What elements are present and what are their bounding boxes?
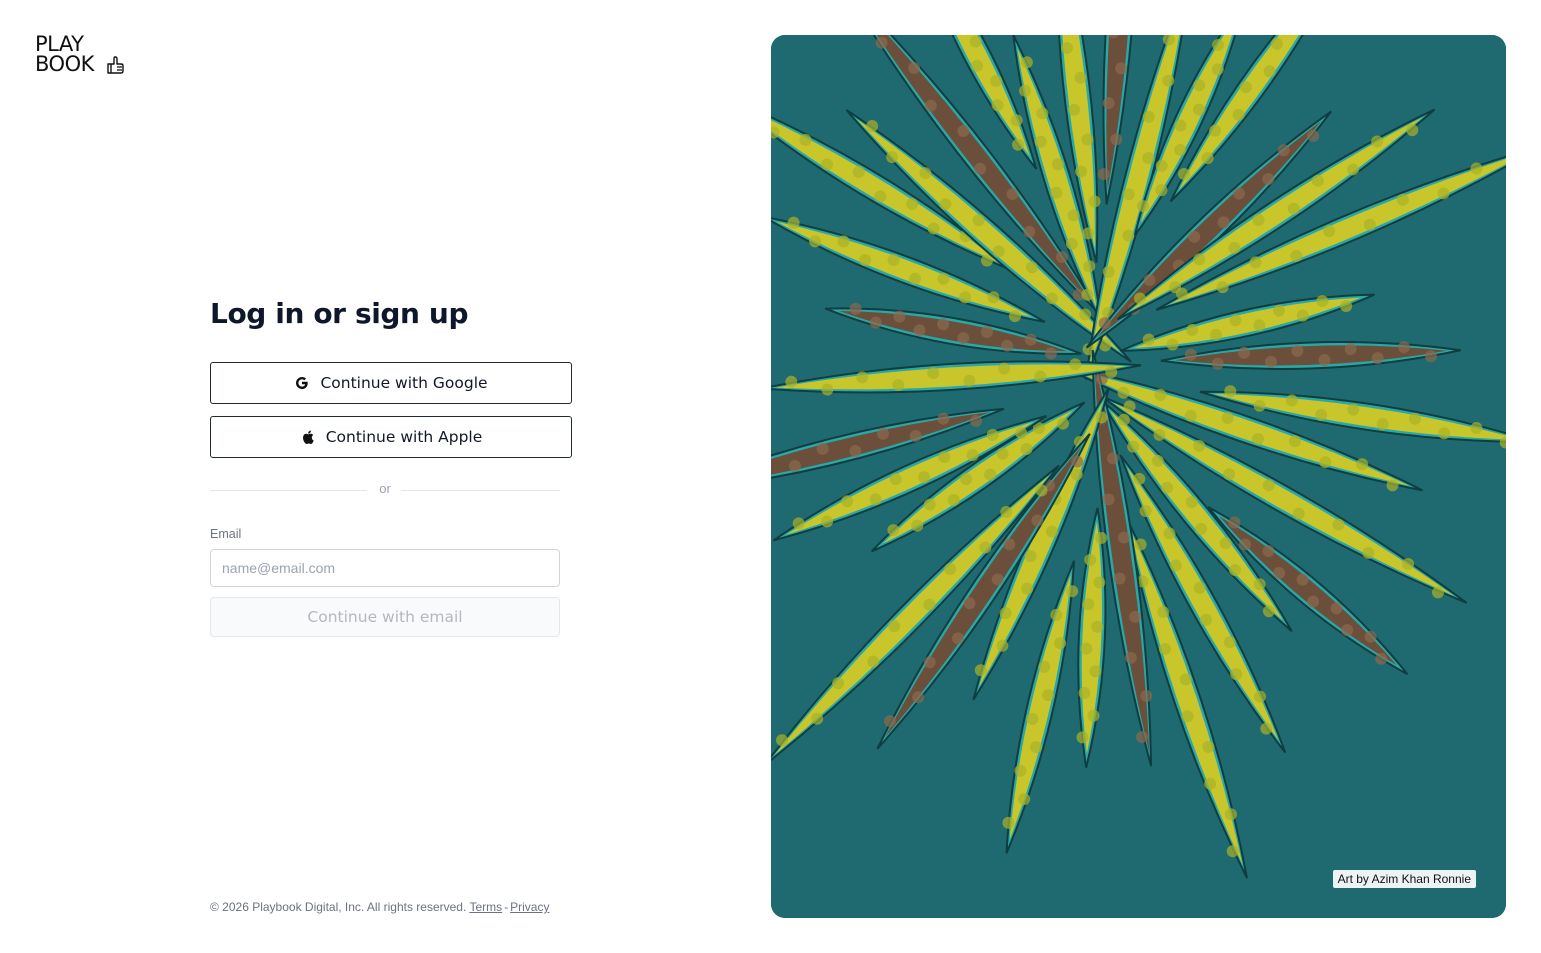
google-g-icon (296, 377, 309, 389)
copyright-text: © 2026 Playbook Digital, Inc. All rights… (210, 900, 467, 914)
page-title: Log in or sign up (210, 297, 469, 330)
artwork-image: Art by Azim Khan Ronnie (771, 35, 1506, 918)
divider-line-right (401, 490, 560, 491)
playbook-logo[interactable]: PLAY BOOK (35, 34, 130, 78)
footer: © 2026 Playbook Digital, Inc. All rights… (210, 900, 549, 914)
thumbs-up-hand-icon (107, 56, 124, 74)
logo-text-book: BOOK (35, 52, 94, 76)
privacy-link[interactable]: Privacy (510, 900, 549, 914)
artwork-credit: Art by Azim Khan Ronnie (1332, 870, 1476, 888)
email-input[interactable] (210, 549, 560, 587)
google-button-label: Continue with Google (320, 374, 488, 392)
apple-button-label: Continue with Apple (325, 428, 483, 446)
floating-market-illustration (771, 35, 1506, 918)
terms-link[interactable]: Terms (469, 900, 502, 914)
email-label: Email (210, 527, 242, 541)
auth-panel: Log in or sign up Continue with Google C… (210, 290, 572, 637)
divider-text: or (379, 481, 391, 496)
continue-with-email-button[interactable]: Continue with email (210, 597, 560, 637)
footer-separator: - (504, 900, 509, 914)
apple-logo-icon (302, 430, 314, 444)
continue-with-google-button[interactable]: Continue with Google (210, 362, 572, 404)
continue-with-apple-button[interactable]: Continue with Apple (210, 416, 572, 458)
or-divider: or (210, 480, 560, 500)
